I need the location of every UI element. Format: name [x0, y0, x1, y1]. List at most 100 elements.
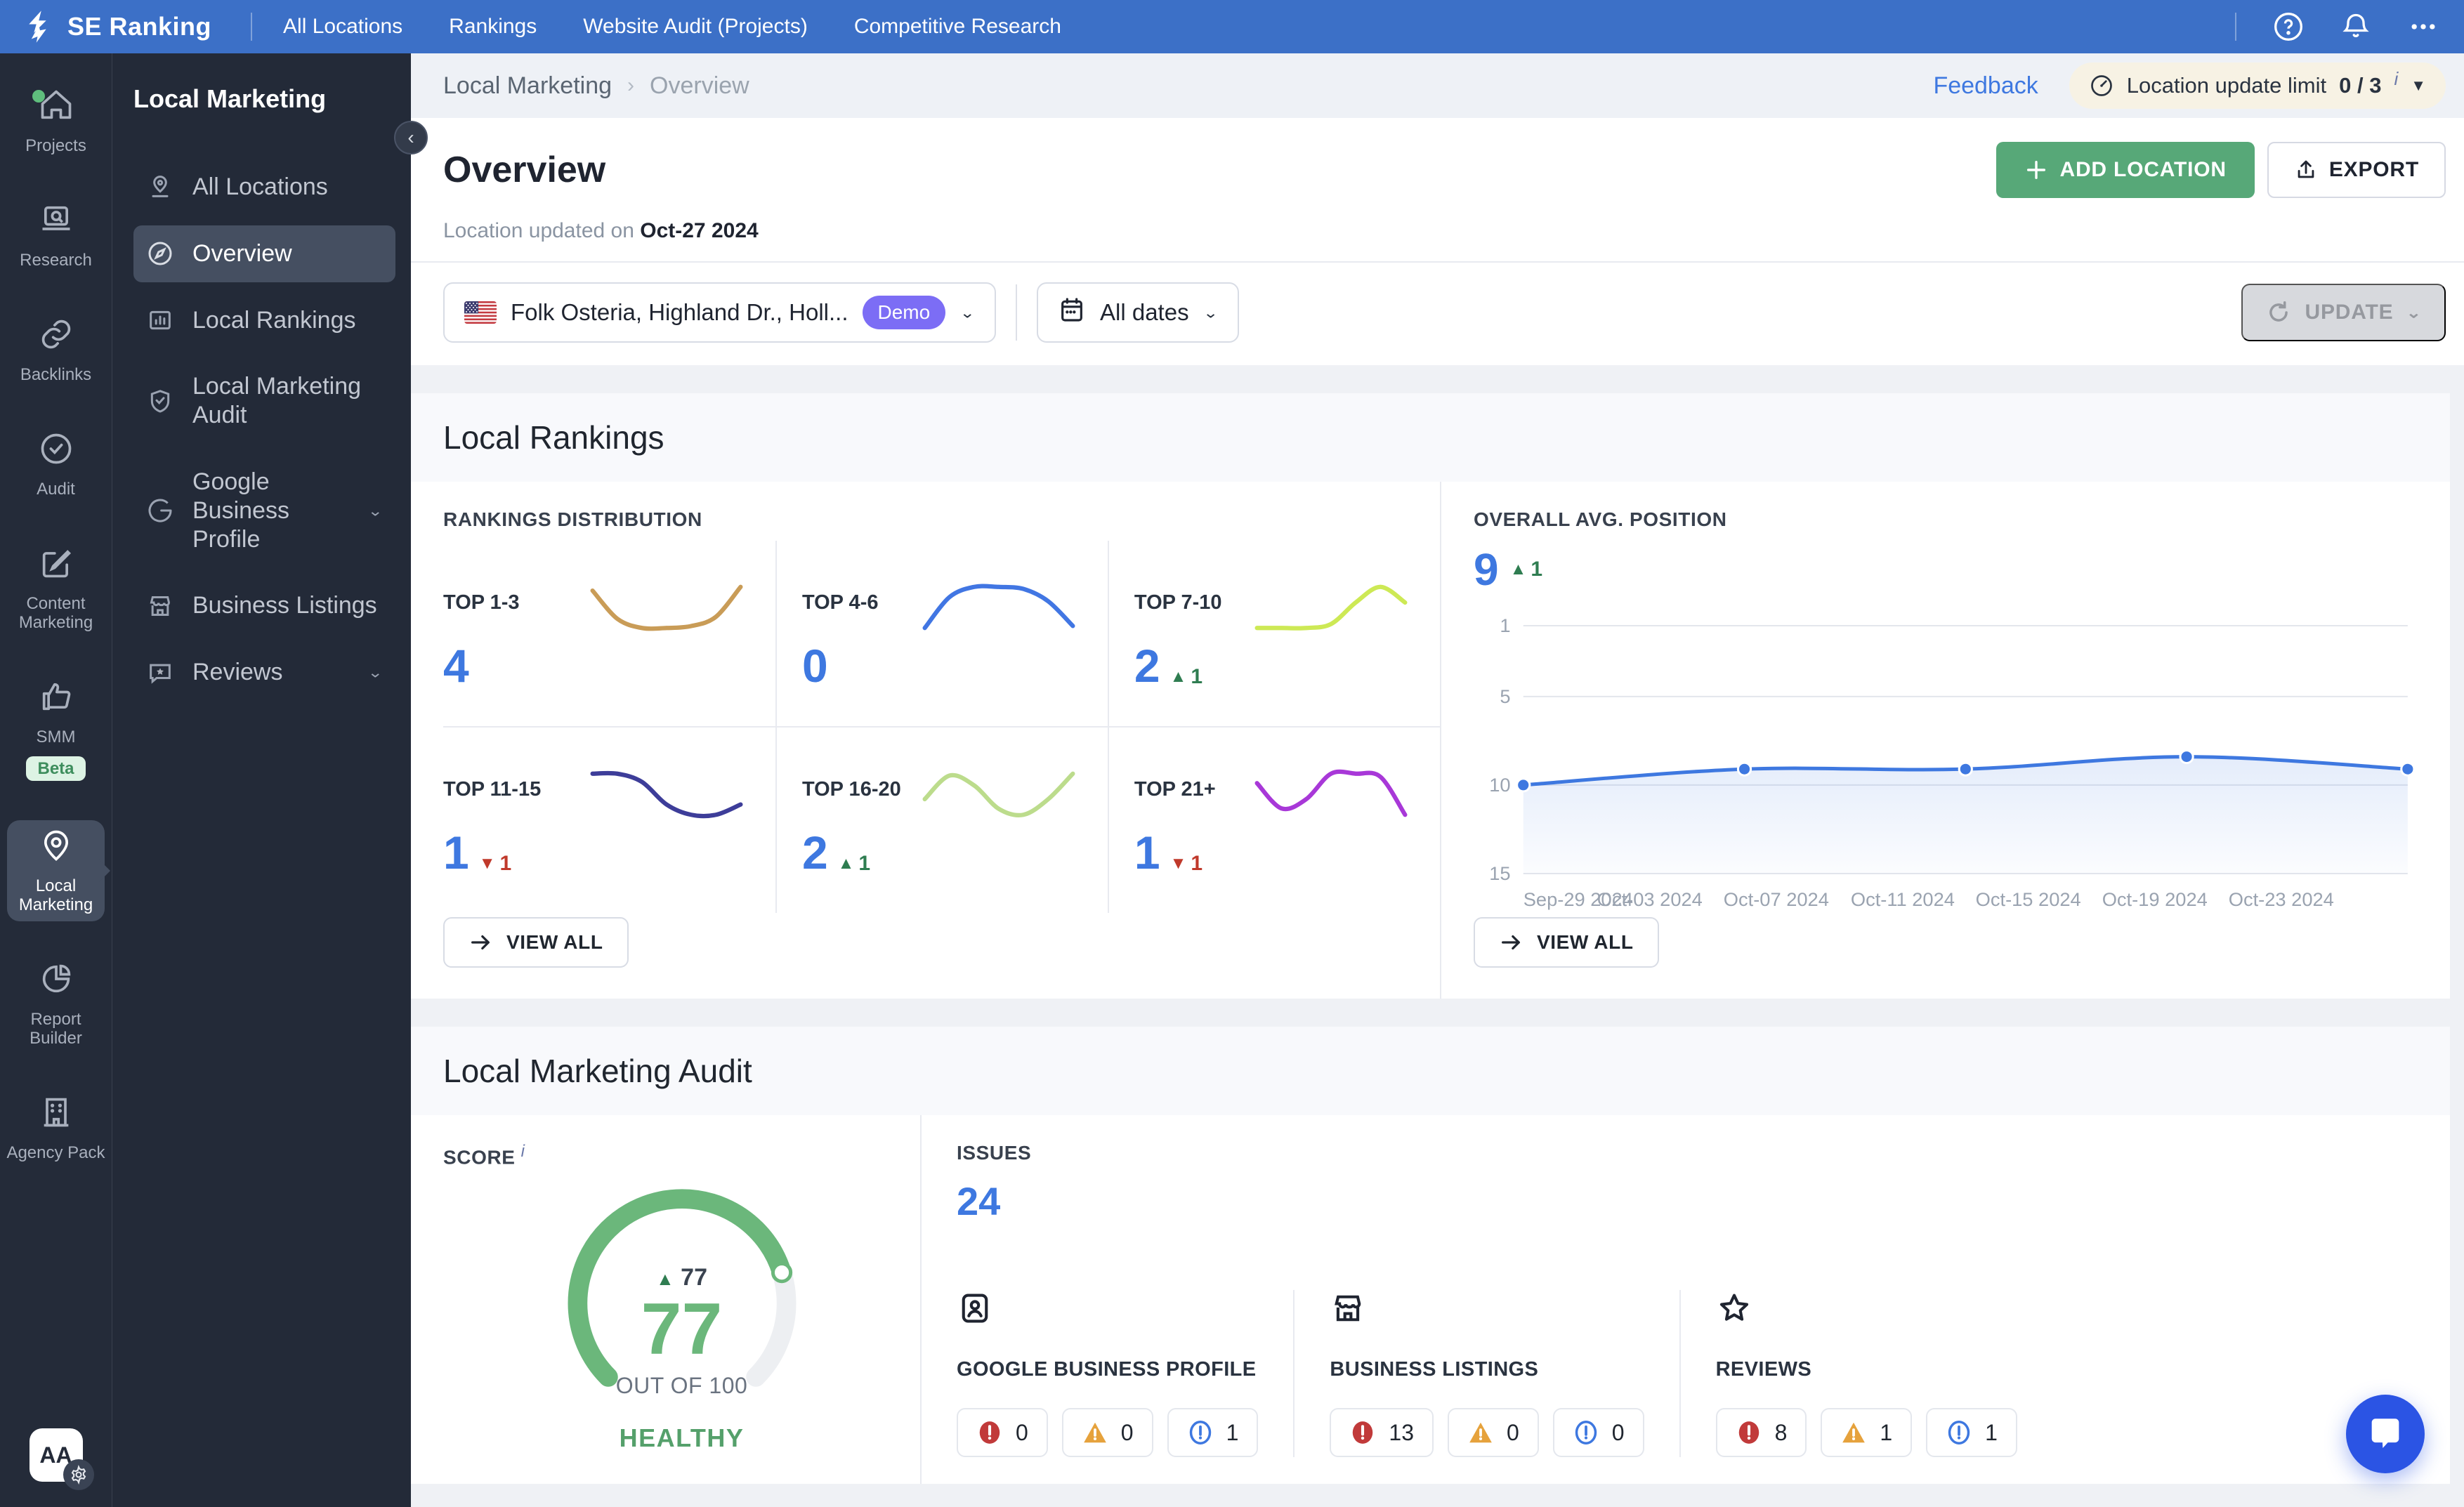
svg-text:15: 15 [1489, 862, 1510, 884]
score-out-of: OUT OF 100 [615, 1372, 748, 1398]
rail-item-smm[interactable]: SMM Beta [6, 671, 106, 788]
errors-badge[interactable]: 8 [1715, 1408, 1807, 1457]
warnings-badge[interactable]: 0 [1061, 1408, 1153, 1457]
export-upload-icon [2298, 160, 2314, 178]
export-button[interactable]: EXPORT [2267, 142, 2446, 198]
notices-badge[interactable]: 1 [1167, 1408, 1259, 1457]
svg-text:1: 1 [1500, 614, 1510, 636]
feedback-link[interactable]: Feedback [1933, 72, 2038, 100]
sidebar-item-local-rankings[interactable]: Local Rankings [133, 292, 395, 349]
sidebar-item-all-locations[interactable]: All Locations [133, 159, 395, 216]
chevron-down-icon: ⌄ [2406, 303, 2422, 321]
chat-widget-button[interactable] [2346, 1395, 2425, 1473]
more-menu-icon[interactable] [2408, 11, 2439, 42]
local-marketing-audit-title: Local Marketing Audit [443, 1053, 752, 1089]
issues-category-business-listings: BUSINESS LISTINGS 13 0 0 [1293, 1290, 1679, 1457]
brand[interactable]: SE Ranking [25, 11, 211, 43]
notice-icon [1575, 1421, 1597, 1445]
info-icon: i [2394, 67, 2399, 89]
rail-item-research[interactable]: Research [6, 195, 106, 277]
rank-card-top-16-20: TOP 16-20 2 ▲ 1 [775, 728, 1108, 913]
top-nav: SE Ranking All Locations Rankings Websit… [0, 0, 2464, 53]
shield-check-icon [150, 390, 170, 413]
settings-gear-icon[interactable] [63, 1459, 94, 1490]
errors-badge[interactable]: 13 [1330, 1408, 1434, 1457]
pie-chart-icon [38, 961, 74, 1001]
rank-card-top-21-plus: TOP 21+ 1 ▼ 1 [1107, 728, 1440, 913]
avg-position-view-all-button[interactable]: VIEW ALL [1474, 917, 1659, 968]
update-button[interactable]: UPDATE ⌄ [2241, 284, 2446, 341]
caret-down-icon: ▼ [2411, 77, 2426, 94]
notifications-bell-icon[interactable] [2340, 11, 2371, 42]
chevron-down-icon: ⌄ [959, 303, 975, 321]
sparkline-top-21-plus [1254, 769, 1408, 817]
sidebar-title: Local Marketing [133, 84, 327, 113]
storefront-icon [150, 595, 171, 616]
local-marketing-sidebar: Local Marketing ‹ All Locations Overview… [112, 53, 428, 1507]
rail-item-projects[interactable]: Projects [6, 80, 106, 162]
errors-badge[interactable]: 0 [957, 1408, 1048, 1457]
add-location-button[interactable]: ADD LOCATION [1996, 142, 2255, 198]
local-rankings-section: Local Rankings RANKINGS DISTRIBUTION TOP… [411, 393, 2450, 999]
sidebar-item-reviews[interactable]: Reviews ⌄ [133, 644, 395, 701]
sidebar-item-local-marketing-audit[interactable]: Local Marketing Audit [133, 358, 395, 444]
local-rankings-title: Local Rankings [443, 419, 664, 456]
warning-icon [1083, 1422, 1106, 1443]
issues-category-reviews: REVIEWS 8 1 1 [1679, 1290, 2052, 1457]
user-avatar[interactable]: AA [29, 1428, 94, 1490]
issues-category-google-business-profile: GOOGLE BUSINESS PROFILE 0 0 1 [957, 1290, 1293, 1457]
help-icon[interactable] [2273, 11, 2304, 42]
google-icon [148, 499, 172, 522]
chevron-down-icon[interactable]: ⌄ [367, 502, 383, 520]
warnings-badge[interactable]: 0 [1447, 1408, 1539, 1457]
rail-item-content-marketing[interactable]: Content Marketing [6, 538, 106, 639]
location-update-limit-pill[interactable]: Location update limit 0 / 3 i ▼ [2069, 62, 2446, 109]
rankings-view-all-button[interactable]: VIEW ALL [443, 917, 629, 968]
sidebar-item-google-business-profile[interactable]: Google Business Profile ⌄ [133, 454, 395, 567]
main-content: Local Marketing › Overview Feedback Loca… [411, 53, 2464, 1507]
beta-badge: Beta [26, 756, 86, 781]
review-bubble-icon [150, 664, 171, 684]
svg-text:Oct-19 2024: Oct-19 2024 [2102, 888, 2208, 910]
nav-website-audit[interactable]: Website Audit (Projects) [583, 15, 808, 39]
issues-label: ISSUES [957, 1142, 1032, 1164]
sparkline-top-11-15 [590, 770, 743, 819]
nav-competitive-research[interactable]: Competitive Research [854, 15, 1061, 39]
audit-score-panel: SCORE i ▲ 77 77 OUT OF 100 HEALTHY [411, 1115, 920, 1484]
error-icon [979, 1421, 1000, 1444]
avg-position-line-chart: 151015Sep-29 2024Oct-03 2024 Oct-07 2024 O… [1489, 614, 2416, 910]
rank-card-top-11-15: TOP 11-15 1 ▼ 1 [443, 728, 775, 913]
notices-badge[interactable]: 1 [1926, 1408, 2017, 1457]
storefront-icon [1330, 1295, 1366, 1329]
rail-item-local-marketing[interactable]: Local Marketing [7, 820, 105, 921]
delta-up: ▲ 1 [1509, 558, 1543, 581]
rank-card-top-4-6: TOP 4-6 0 [775, 541, 1108, 726]
nav-all-locations[interactable]: All Locations [283, 15, 402, 39]
rail-item-backlinks[interactable]: Backlinks [6, 309, 106, 391]
error-icon [1738, 1421, 1759, 1444]
home-icon [32, 87, 74, 128]
sidebar-item-overview[interactable]: Overview [133, 225, 395, 282]
date-range-value: All dates [1100, 299, 1189, 325]
notice-icon [1948, 1421, 1970, 1445]
location-selector[interactable]: Folk Osteria, Highland Dr., Holl... Demo… [443, 282, 996, 343]
rail-item-agency-pack[interactable]: Agency Pack [6, 1087, 106, 1169]
warnings-badge[interactable]: 1 [1821, 1408, 1913, 1457]
rail-item-audit[interactable]: Audit [6, 423, 106, 506]
sidebar-collapse-button[interactable]: ‹ [394, 121, 428, 154]
rail-item-report-builder[interactable]: Report Builder [6, 954, 106, 1055]
nav-rankings[interactable]: Rankings [449, 15, 537, 39]
notices-badge[interactable]: 0 [1552, 1408, 1644, 1457]
chevron-down-icon[interactable]: ⌄ [367, 664, 383, 681]
date-range-selector[interactable]: All dates ⌄ [1037, 282, 1240, 343]
sparkline-top-16-20 [922, 771, 1075, 818]
research-icon [38, 202, 74, 242]
breadcrumb-local-marketing[interactable]: Local Marketing [443, 72, 612, 100]
sparkline-top-4-6 [922, 584, 1075, 631]
sidebar-item-business-listings[interactable]: Business Listings [133, 577, 395, 634]
chevron-down-icon: ⌄ [1202, 303, 1219, 321]
sparkline-top-7-10 [1254, 584, 1408, 631]
warning-icon [1469, 1422, 1492, 1443]
audit-check-icon [38, 430, 74, 471]
breadcrumb-overview: Overview [650, 72, 749, 99]
